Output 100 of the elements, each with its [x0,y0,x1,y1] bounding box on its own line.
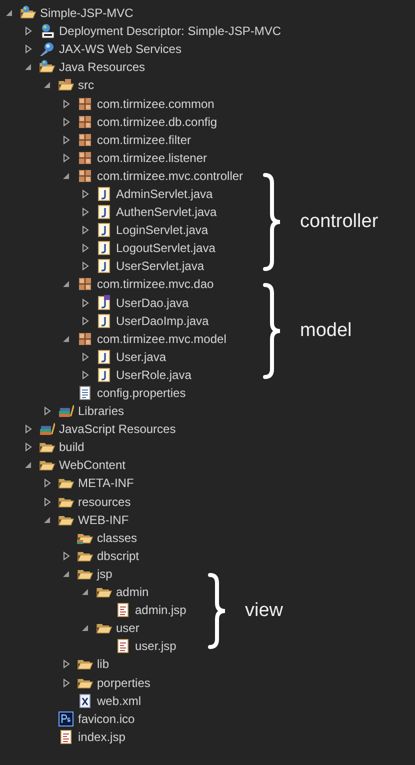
expand-toggle-icon[interactable] [61,659,71,670]
tree-item-label[interactable]: src [78,78,94,92]
java-file-icon [96,258,112,274]
expand-toggle-icon[interactable] [23,424,33,434]
tree-item-label[interactable]: favicon.ico [78,712,135,726]
expand-toggle-icon[interactable] [23,44,33,54]
tree-item-label[interactable]: user [116,621,140,636]
collapse-toggle-icon[interactable] [80,623,90,634]
tree-item-label[interactable]: admin.jsp [135,603,186,618]
tree-item-label[interactable]: dbscript [97,548,140,563]
collapse-toggle-icon[interactable] [23,62,33,72]
tree-item-label[interactable]: admin [116,585,149,600]
tree-item-label[interactable]: jsp [97,566,112,581]
collapse-toggle-icon[interactable] [4,8,14,18]
package-icon [77,132,93,148]
tree-item-label[interactable]: WebContent [59,458,126,472]
jsp-file-icon [115,638,131,654]
expand-toggle-icon[interactable] [61,116,71,127]
tree-item-label[interactable]: UserRole.java [116,368,192,382]
expand-toggle-icon[interactable] [61,550,71,561]
collapse-toggle-icon[interactable] [80,587,90,598]
tree-item-label[interactable]: porperties [97,676,150,690]
annotation-label: view [245,600,284,622]
tree-item-label[interactable]: com.tirmizee.common [97,96,214,111]
tree-item-label[interactable]: UserServlet.java [116,259,204,274]
project-folder-icon [20,5,36,22]
expand-toggle-icon[interactable] [61,678,71,688]
tree-item-label[interactable]: LogoutServlet.java [116,241,216,256]
tree-item-label[interactable]: META-INF [78,476,134,490]
tree-item-label[interactable]: Deployment Descriptor: Simple-JSP-MVC [59,24,282,38]
package-icon [77,168,93,184]
package-icon [77,150,93,166]
package-folder-icon [58,77,74,94]
expand-toggle-icon[interactable] [61,134,71,145]
expand-toggle-icon[interactable] [61,98,71,109]
expand-toggle-icon[interactable] [42,478,52,488]
collapse-toggle-icon[interactable] [42,514,52,525]
tree-item-label[interactable]: lib [97,657,110,672]
tree-item-label[interactable]: com.tirmizee.filter [97,132,192,147]
tree-item-label[interactable]: resources [78,494,131,509]
collapse-toggle-icon[interactable] [61,279,71,290]
java-file-icon [96,186,112,202]
tree-item-label[interactable]: WEB-INF [78,512,129,527]
expand-toggle-icon[interactable] [80,207,90,218]
tree-item-label[interactable]: com.tirmizee.mvc.dao [97,277,214,292]
collapse-toggle-icon[interactable] [61,334,71,344]
text-file-icon [77,385,93,402]
expand-toggle-icon[interactable] [80,225,90,236]
tree-item-label[interactable]: AuthenServlet.java [116,205,217,220]
jsp-file-icon [58,728,74,745]
jsp-file-icon [115,602,131,618]
tree-item-label[interactable]: Libraries [78,404,124,418]
package-icon [77,330,93,347]
image-file-icon [58,710,74,727]
tree-item-label[interactable]: classes [97,530,138,545]
tree-item-label[interactable]: AdminServlet.java [116,186,213,201]
tree-item-label[interactable]: user.jsp [135,639,176,654]
tree-item-label[interactable]: UserDao.java [116,296,189,310]
java-file-icon [96,348,112,365]
tree-item-label[interactable]: JAX-WS Web Services [59,42,182,56]
tree-item-label[interactable]: com.tirmizee.mvc.model [97,332,226,346]
expand-toggle-icon[interactable] [80,370,90,380]
curly-brace-icon [207,572,227,650]
tree-item-label[interactable]: build [59,440,84,454]
expand-toggle-icon[interactable] [80,316,90,326]
annotation-label: model [300,320,352,342]
java-file-icon [96,222,112,238]
expand-toggle-icon[interactable] [80,352,90,362]
expand-toggle-icon[interactable] [23,442,33,452]
tree-item-label[interactable]: com.tirmizee.mvc.controller [97,168,244,183]
annotation-label: controller [300,211,378,233]
tree-item-label[interactable]: User.java [116,350,166,364]
collapse-toggle-icon[interactable] [61,170,71,181]
java-file-icon [96,240,112,256]
expand-toggle-icon[interactable] [80,298,90,308]
tree-item-label[interactable]: Simple-JSP-MVC [40,6,134,20]
expand-toggle-icon[interactable] [80,188,90,199]
collapse-toggle-icon[interactable] [23,460,33,470]
tree-item-label[interactable]: web.xml [97,694,142,708]
tree-item-label[interactable]: LoginServlet.java [116,223,208,238]
package-icon [77,96,93,112]
tree-item-label[interactable]: UserDaoImp.java [116,314,209,328]
java-file-icon [96,204,112,220]
collapse-toggle-icon[interactable] [61,568,71,579]
tree-item-label[interactable]: com.tirmizee.listener [97,150,208,165]
java-file-icon [96,294,112,311]
expand-toggle-icon[interactable] [23,26,33,36]
tree-item-label[interactable]: Java Resources [59,60,146,74]
tree-item-label[interactable]: config.properties [97,386,186,400]
tree-item-label[interactable]: index.jsp [78,730,126,744]
tree-item-label[interactable]: JavaScript Resources [59,422,176,436]
expand-toggle-icon[interactable] [80,243,90,254]
tree-item-label[interactable]: com.tirmizee.db.config [97,114,218,129]
expand-toggle-icon[interactable] [61,152,71,163]
java-file-icon [96,366,112,383]
expand-toggle-icon[interactable] [42,406,52,416]
expand-toggle-icon[interactable] [80,261,90,272]
collapse-toggle-icon[interactable] [42,80,52,90]
package-icon [77,114,93,130]
expand-toggle-icon[interactable] [42,496,52,507]
